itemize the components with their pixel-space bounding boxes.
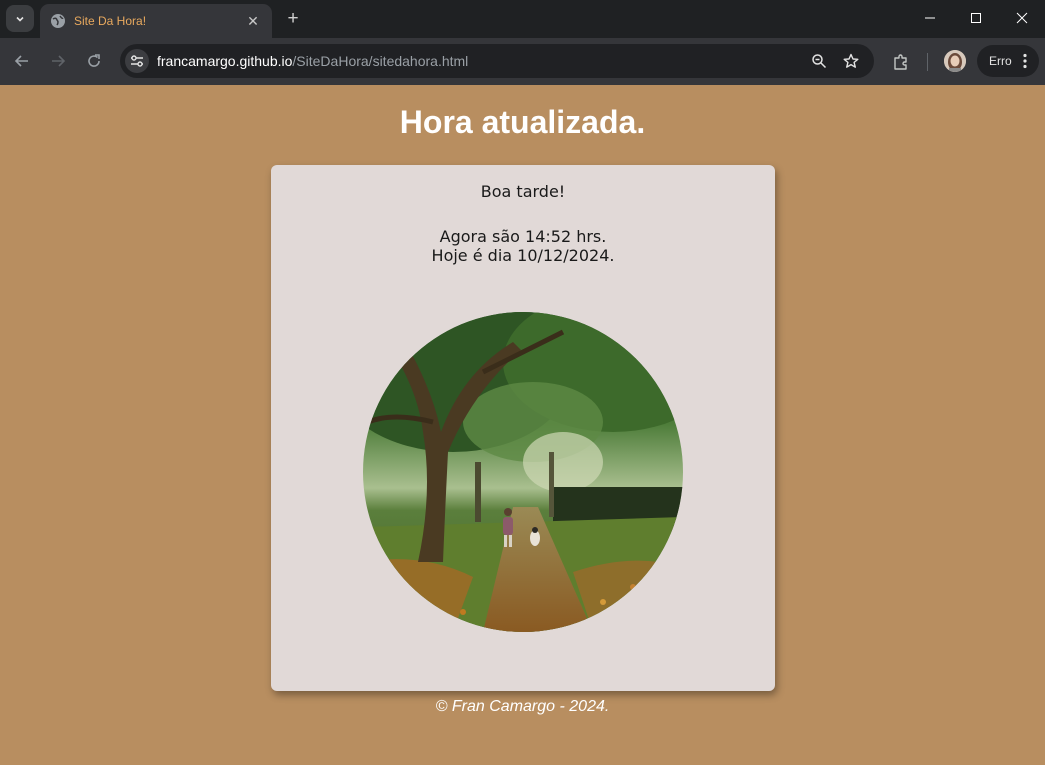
browser-titlebar: Site Da Hora! ✕ +: [0, 0, 1045, 38]
clock-card: Boa tarde! Agora são 14:52 hrs. Hoje é d…: [271, 165, 775, 691]
url-text[interactable]: francamargo.github.io/SiteDaHora/sitedah…: [157, 53, 468, 69]
address-bar[interactable]: francamargo.github.io/SiteDaHora/sitedah…: [120, 44, 874, 78]
reload-button[interactable]: [82, 49, 106, 73]
extensions-button[interactable]: [890, 51, 912, 73]
more-menu-icon[interactable]: [1023, 53, 1027, 69]
profile-label: Erro: [989, 54, 1012, 68]
page-footer: © Fran Camargo - 2024.: [435, 698, 610, 715]
bookmark-button[interactable]: [841, 51, 861, 71]
browser-toolbar: francamargo.github.io/SiteDaHora/sitedah…: [0, 38, 1045, 85]
window-close-icon: [1016, 12, 1028, 24]
minimize-icon: [925, 17, 935, 19]
maximize-button[interactable]: [953, 0, 999, 36]
greeting-text: Boa tarde!: [480, 182, 566, 201]
browser-tab[interactable]: Site Da Hora! ✕: [40, 4, 272, 38]
page-title: Hora atualizada.: [399, 104, 646, 140]
tab-search-button[interactable]: [6, 5, 34, 32]
close-icon[interactable]: ✕: [244, 13, 262, 30]
tab-title: Site Da Hora!: [74, 14, 147, 28]
forward-button[interactable]: [46, 49, 70, 73]
tab-search-icon: [16, 16, 24, 22]
current-date-text: Hoje é dia 10/12/2024.: [431, 246, 615, 265]
current-time-text: Agora são 14:52 hrs.: [439, 227, 607, 246]
site-info-button[interactable]: [125, 49, 149, 73]
daytime-photo: [363, 312, 683, 632]
extensions-icon: [894, 54, 907, 70]
zoom-icon: [812, 54, 827, 69]
globe-icon: [51, 14, 65, 28]
reload-icon: [88, 54, 100, 67]
back-icon: [14, 55, 28, 67]
avatar[interactable]: [944, 50, 966, 72]
maximize-icon: [971, 13, 981, 23]
window-close-button[interactable]: [999, 0, 1045, 36]
url-host: francamargo.github.io: [157, 53, 293, 69]
plus-icon[interactable]: +: [282, 8, 304, 30]
url-path: /SiteDaHora/sitedahora.html: [292, 53, 469, 69]
avatar-image: [944, 50, 966, 72]
star-icon: [843, 53, 859, 68]
forest-path-image: [363, 312, 683, 632]
minimize-button[interactable]: [907, 0, 953, 36]
profile-chip[interactable]: Erro: [977, 45, 1039, 77]
toolbar-divider: [927, 53, 928, 71]
zoom-button[interactable]: [809, 51, 829, 71]
forward-icon: [52, 55, 66, 67]
site-info-icon: [131, 55, 143, 67]
back-button[interactable]: [10, 49, 34, 73]
